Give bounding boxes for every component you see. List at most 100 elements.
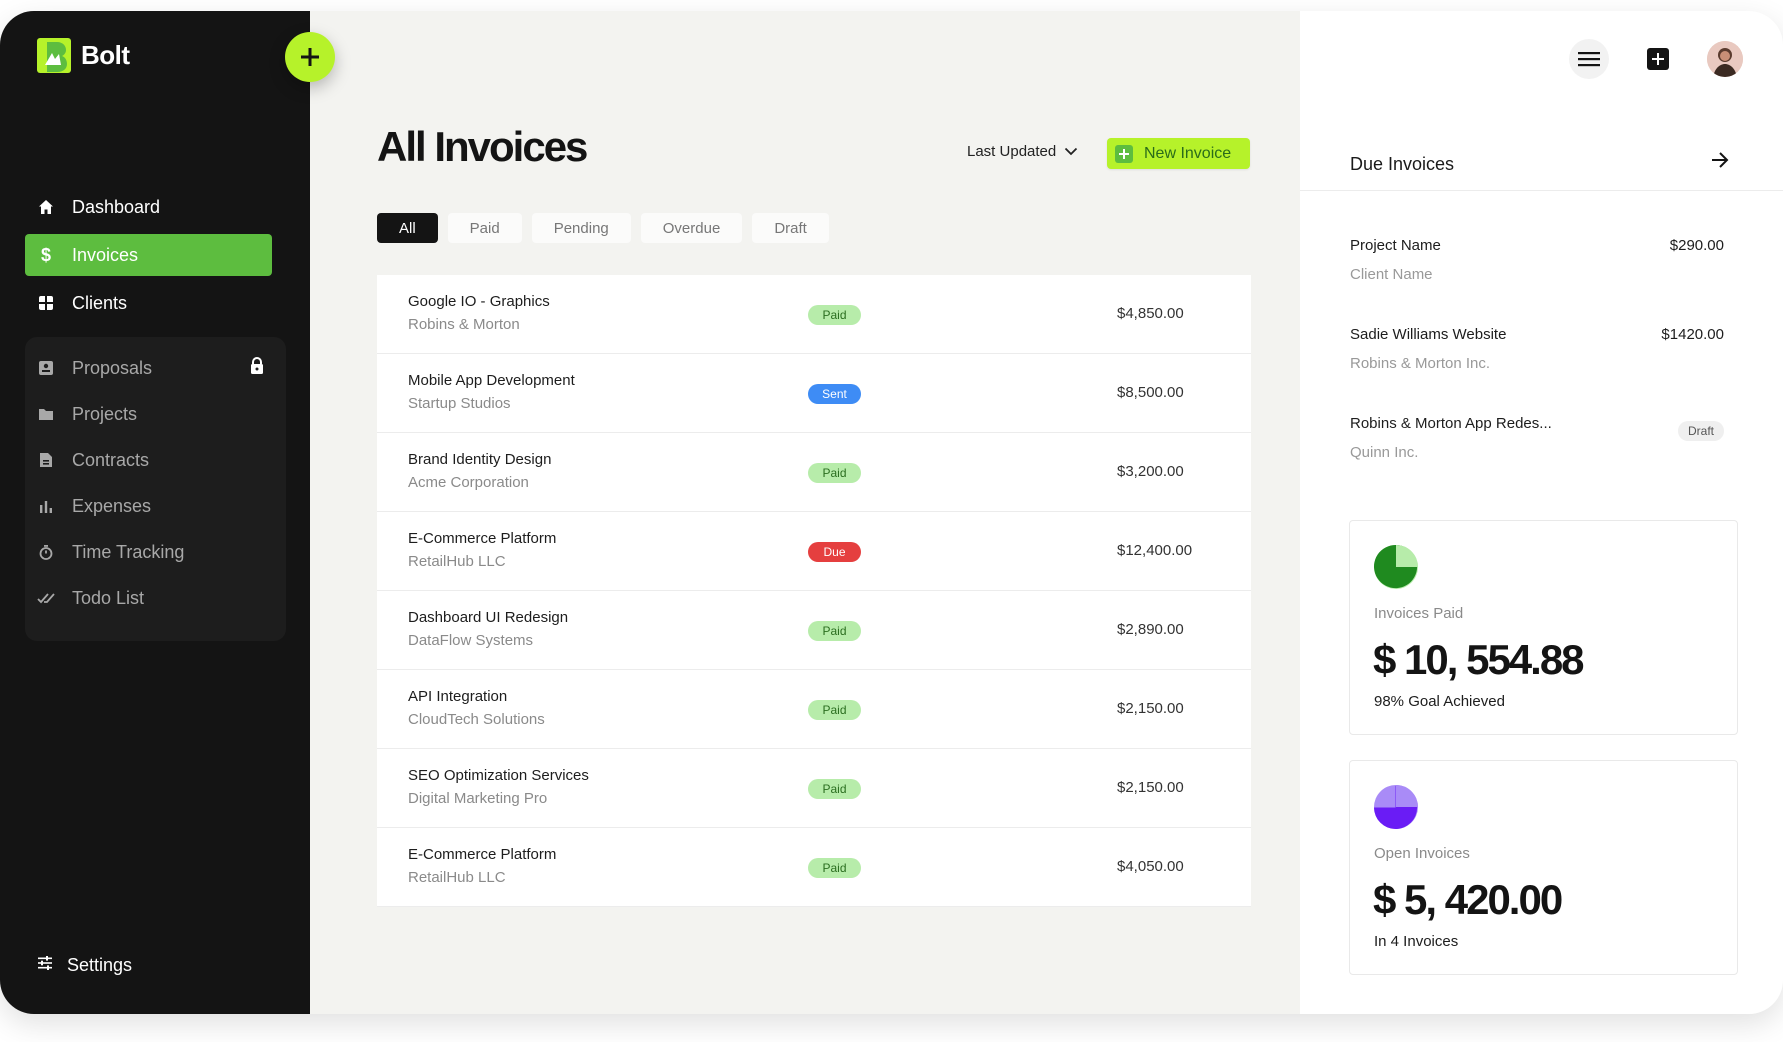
pie-chart-icon: [1374, 545, 1418, 589]
document-icon: [37, 451, 55, 469]
status-badge: Paid: [808, 621, 861, 641]
contact-card-icon: [37, 359, 55, 377]
sidebar-item-label: Contracts: [72, 449, 150, 470]
locked-nav-group: Proposals Projects Contracts Expenses Ti…: [25, 337, 286, 641]
open-invoices-card[interactable]: Open Invoices $ 5, 420.00 In 4 Invoices: [1349, 760, 1738, 975]
table-row[interactable]: SEO Optimization Services Digital Market…: [377, 749, 1251, 828]
sidebar-item-label: Invoices: [72, 244, 139, 265]
sidebar-item-label: Time Tracking: [72, 541, 185, 562]
table-row[interactable]: Mobile App Development Startup Studios S…: [377, 354, 1251, 433]
invoice-amount: $2,150.00: [1117, 700, 1184, 717]
sidebar-item-clients[interactable]: Clients: [25, 282, 272, 324]
status-badge: Paid: [808, 700, 861, 720]
sidebar-item-dashboard[interactable]: Dashboard: [25, 186, 272, 228]
invoice-amount: $8,500.00: [1117, 384, 1184, 401]
chevron-down-icon: [1065, 147, 1078, 156]
invoice-name: Dashboard UI Redesign: [408, 609, 569, 626]
invoice-client: Digital Marketing Pro: [408, 790, 548, 807]
invoice-client: RetailHub LLC: [408, 553, 506, 570]
lock-icon: [250, 357, 264, 379]
invoice-client: CloudTech Solutions: [408, 711, 545, 728]
due-invoice-client: Client Name: [1350, 266, 1433, 283]
app-window: Bolt Dashboard $ Invoices Clients Propos…: [0, 11, 1783, 1014]
bar-chart-icon: [37, 497, 55, 515]
sidebar-item-label: Projects: [72, 403, 138, 424]
quick-add-button[interactable]: [285, 32, 335, 82]
bolt-logo-icon: [37, 38, 71, 73]
invoice-name: E-Commerce Platform: [408, 846, 557, 863]
due-invoice-item[interactable]: Sadie Williams Website Robins & Morton I…: [1350, 326, 1724, 372]
due-invoice-amount: $290.00: [1669, 237, 1724, 254]
sidebar-item-label: Dashboard: [72, 196, 161, 217]
invoice-name: API Integration: [408, 688, 508, 705]
sidebar: Bolt Dashboard $ Invoices Clients Propos…: [0, 11, 310, 1014]
due-invoice-item[interactable]: Robins & Morton App Redes... Quinn Inc. …: [1350, 415, 1724, 461]
page-title: All Invoices: [377, 123, 588, 170]
due-invoice-item[interactable]: Project Name Client Name $290.00: [1350, 237, 1724, 283]
top-toolbar: [1569, 39, 1743, 79]
card-label: Invoices Paid: [1374, 605, 1464, 622]
invoice-amount: $12,400.00: [1117, 542, 1193, 559]
sidebar-item-time-tracking[interactable]: Time Tracking: [25, 532, 286, 572]
hamburger-icon: [1578, 52, 1600, 67]
sidebar-item-contracts[interactable]: Contracts: [25, 440, 286, 480]
invoice-client: Robins & Morton: [408, 316, 520, 333]
invoice-name: Google IO - Graphics: [408, 293, 550, 310]
due-invoice-name: Project Name: [1350, 237, 1441, 254]
filter-tab-pending[interactable]: Pending: [531, 213, 631, 243]
invoice-amount: $4,850.00: [1117, 305, 1184, 322]
menu-button[interactable]: [1569, 39, 1609, 79]
sidebar-item-projects[interactable]: Projects: [25, 394, 286, 434]
sidebar-item-label: Expenses: [72, 495, 152, 516]
status-badge: Paid: [808, 858, 861, 878]
status-filter-tabs: All Paid Pending Overdue Draft: [377, 213, 829, 243]
sidebar-item-invoices[interactable]: $ Invoices: [25, 234, 272, 276]
divider: [1300, 190, 1783, 191]
sidebar-item-label: Proposals: [72, 357, 153, 378]
invoices-paid-card[interactable]: Invoices Paid $ 10, 554.88 98% Goal Achi…: [1349, 520, 1738, 735]
table-row[interactable]: Brand Identity Design Acme Corporation P…: [377, 433, 1251, 512]
invoice-name: Mobile App Development: [408, 372, 575, 389]
due-invoice-name: Robins & Morton App Redes...: [1350, 415, 1552, 432]
logo[interactable]: Bolt: [37, 38, 130, 73]
table-row[interactable]: E-Commerce Platform RetailHub LLC Paid $…: [377, 828, 1251, 907]
stopwatch-icon: [37, 543, 55, 561]
new-invoice-button[interactable]: New Invoice: [1107, 138, 1250, 169]
right-panel: Due Invoices Project Name Client Name $2…: [1300, 11, 1783, 1014]
card-label: Open Invoices: [1374, 845, 1470, 862]
sidebar-item-expenses[interactable]: Expenses: [25, 486, 286, 526]
due-invoice-client: Robins & Morton Inc.: [1350, 355, 1491, 372]
status-badge: Paid: [808, 779, 861, 799]
card-value: $ 10, 554.88: [1373, 636, 1585, 683]
invoice-amount: $4,050.00: [1117, 858, 1184, 875]
table-row[interactable]: Dashboard UI Redesign DataFlow Systems P…: [377, 591, 1251, 670]
due-invoice-client: Quinn Inc.: [1350, 444, 1419, 461]
sidebar-item-todo-list[interactable]: Todo List: [25, 578, 286, 618]
app-name: Bolt: [81, 40, 130, 70]
sort-dropdown[interactable]: Last Updated: [967, 143, 1078, 160]
invoice-table: Google IO - Graphics Robins & Morton Pai…: [377, 275, 1251, 907]
dollar-icon: $: [40, 244, 51, 265]
card-subtext: In 4 Invoices: [1374, 933, 1459, 950]
folder-icon: [37, 405, 55, 423]
invoice-name: Brand Identity Design: [408, 451, 552, 468]
table-row[interactable]: API Integration CloudTech Solutions Paid…: [377, 670, 1251, 749]
filter-tab-draft[interactable]: Draft: [752, 213, 829, 243]
table-row[interactable]: E-Commerce Platform RetailHub LLC Due $1…: [377, 512, 1251, 591]
filter-tab-all[interactable]: All: [377, 213, 438, 243]
filter-tab-overdue[interactable]: Overdue: [640, 213, 743, 243]
grid-icon: [37, 294, 55, 312]
plus-icon: [1652, 53, 1664, 65]
sidebar-item-proposals[interactable]: Proposals: [25, 348, 286, 388]
arrow-right-icon[interactable]: [1710, 151, 1730, 174]
invoice-client: DataFlow Systems: [408, 632, 534, 649]
main-content: All Invoices Last Updated New Invoice Al…: [310, 11, 1300, 1014]
avatar[interactable]: [1707, 41, 1743, 77]
sidebar-item-settings[interactable]: Settings: [37, 955, 132, 976]
table-row[interactable]: Google IO - Graphics Robins & Morton Pai…: [377, 275, 1251, 354]
invoice-amount: $3,200.00: [1117, 463, 1184, 480]
status-badge: Paid: [808, 305, 861, 325]
add-button[interactable]: [1647, 48, 1669, 70]
filter-tab-paid[interactable]: Paid: [447, 213, 522, 243]
invoice-client: Startup Studios: [408, 395, 511, 412]
